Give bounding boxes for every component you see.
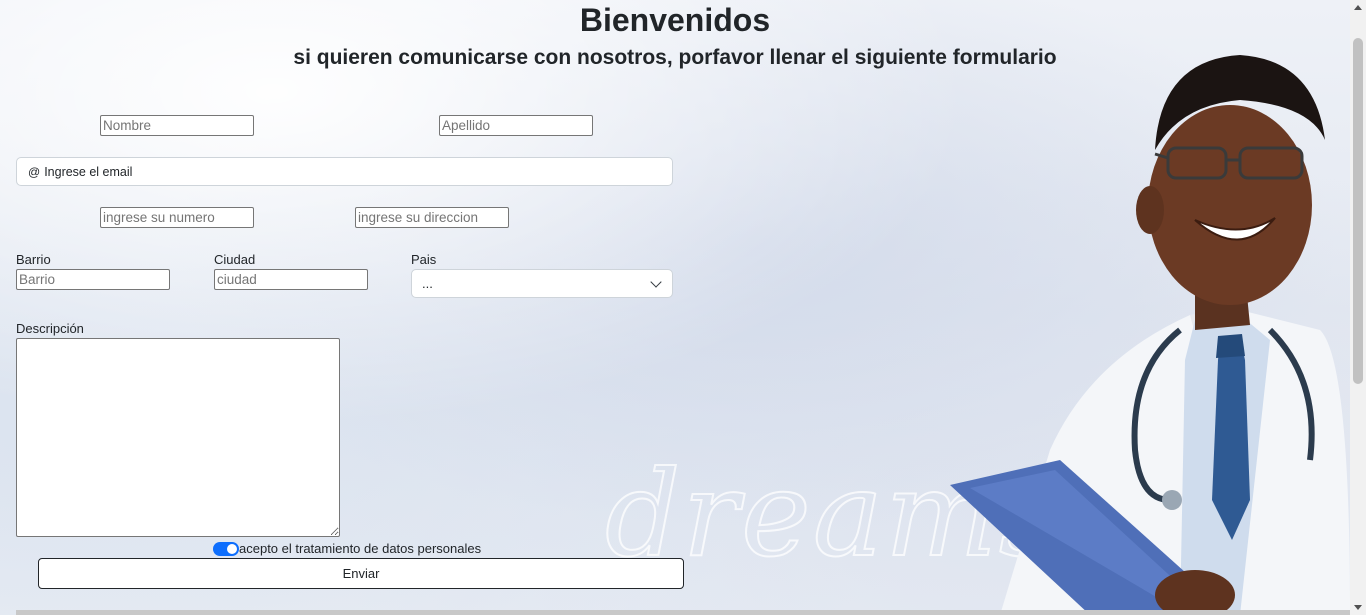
pais-label: Pais xyxy=(411,252,437,267)
apellido-input[interactable] xyxy=(439,115,593,136)
email-input[interactable] xyxy=(44,158,672,185)
horizontal-scrollbar[interactable] xyxy=(16,610,1350,615)
scroll-up-arrow-icon[interactable] xyxy=(1354,5,1362,10)
page-title: Bienvenidos xyxy=(579,2,771,38)
consent-row: acepto el tratamiento de datos personale… xyxy=(213,541,481,556)
vertical-scrollbar[interactable] xyxy=(1350,0,1366,615)
descripcion-label: Descripción xyxy=(16,321,84,336)
at-sign-icon: @ xyxy=(28,164,41,179)
direccion-input[interactable] xyxy=(355,207,509,228)
toggle-knob xyxy=(227,543,237,554)
doctor-image xyxy=(950,55,1350,615)
consent-toggle[interactable] xyxy=(213,541,239,556)
nombre-input[interactable] xyxy=(100,115,254,136)
ciudad-input[interactable] xyxy=(214,269,368,290)
ciudad-label: Ciudad xyxy=(214,252,256,267)
pais-selected-value: ... xyxy=(422,276,433,291)
numero-input[interactable] xyxy=(100,207,254,228)
email-field-group[interactable]: @ xyxy=(16,157,673,186)
consent-label: acepto el tratamiento de datos personale… xyxy=(239,541,482,556)
scrollbar-thumb[interactable] xyxy=(1353,38,1363,384)
submit-button[interactable]: Enviar xyxy=(38,558,684,589)
descripcion-textarea[interactable] xyxy=(16,338,340,537)
pais-select[interactable]: ... xyxy=(411,269,673,298)
chevron-down-icon xyxy=(650,275,662,288)
barrio-input[interactable] xyxy=(16,269,170,290)
scroll-down-arrow-icon[interactable] xyxy=(1354,605,1362,610)
page-subtitle: si quieren comunicarse con nosotros, por… xyxy=(293,46,1057,69)
page: dreamstime Bienvenidos si quieren comuni… xyxy=(0,0,1366,615)
barrio-label: Barrio xyxy=(16,252,51,267)
